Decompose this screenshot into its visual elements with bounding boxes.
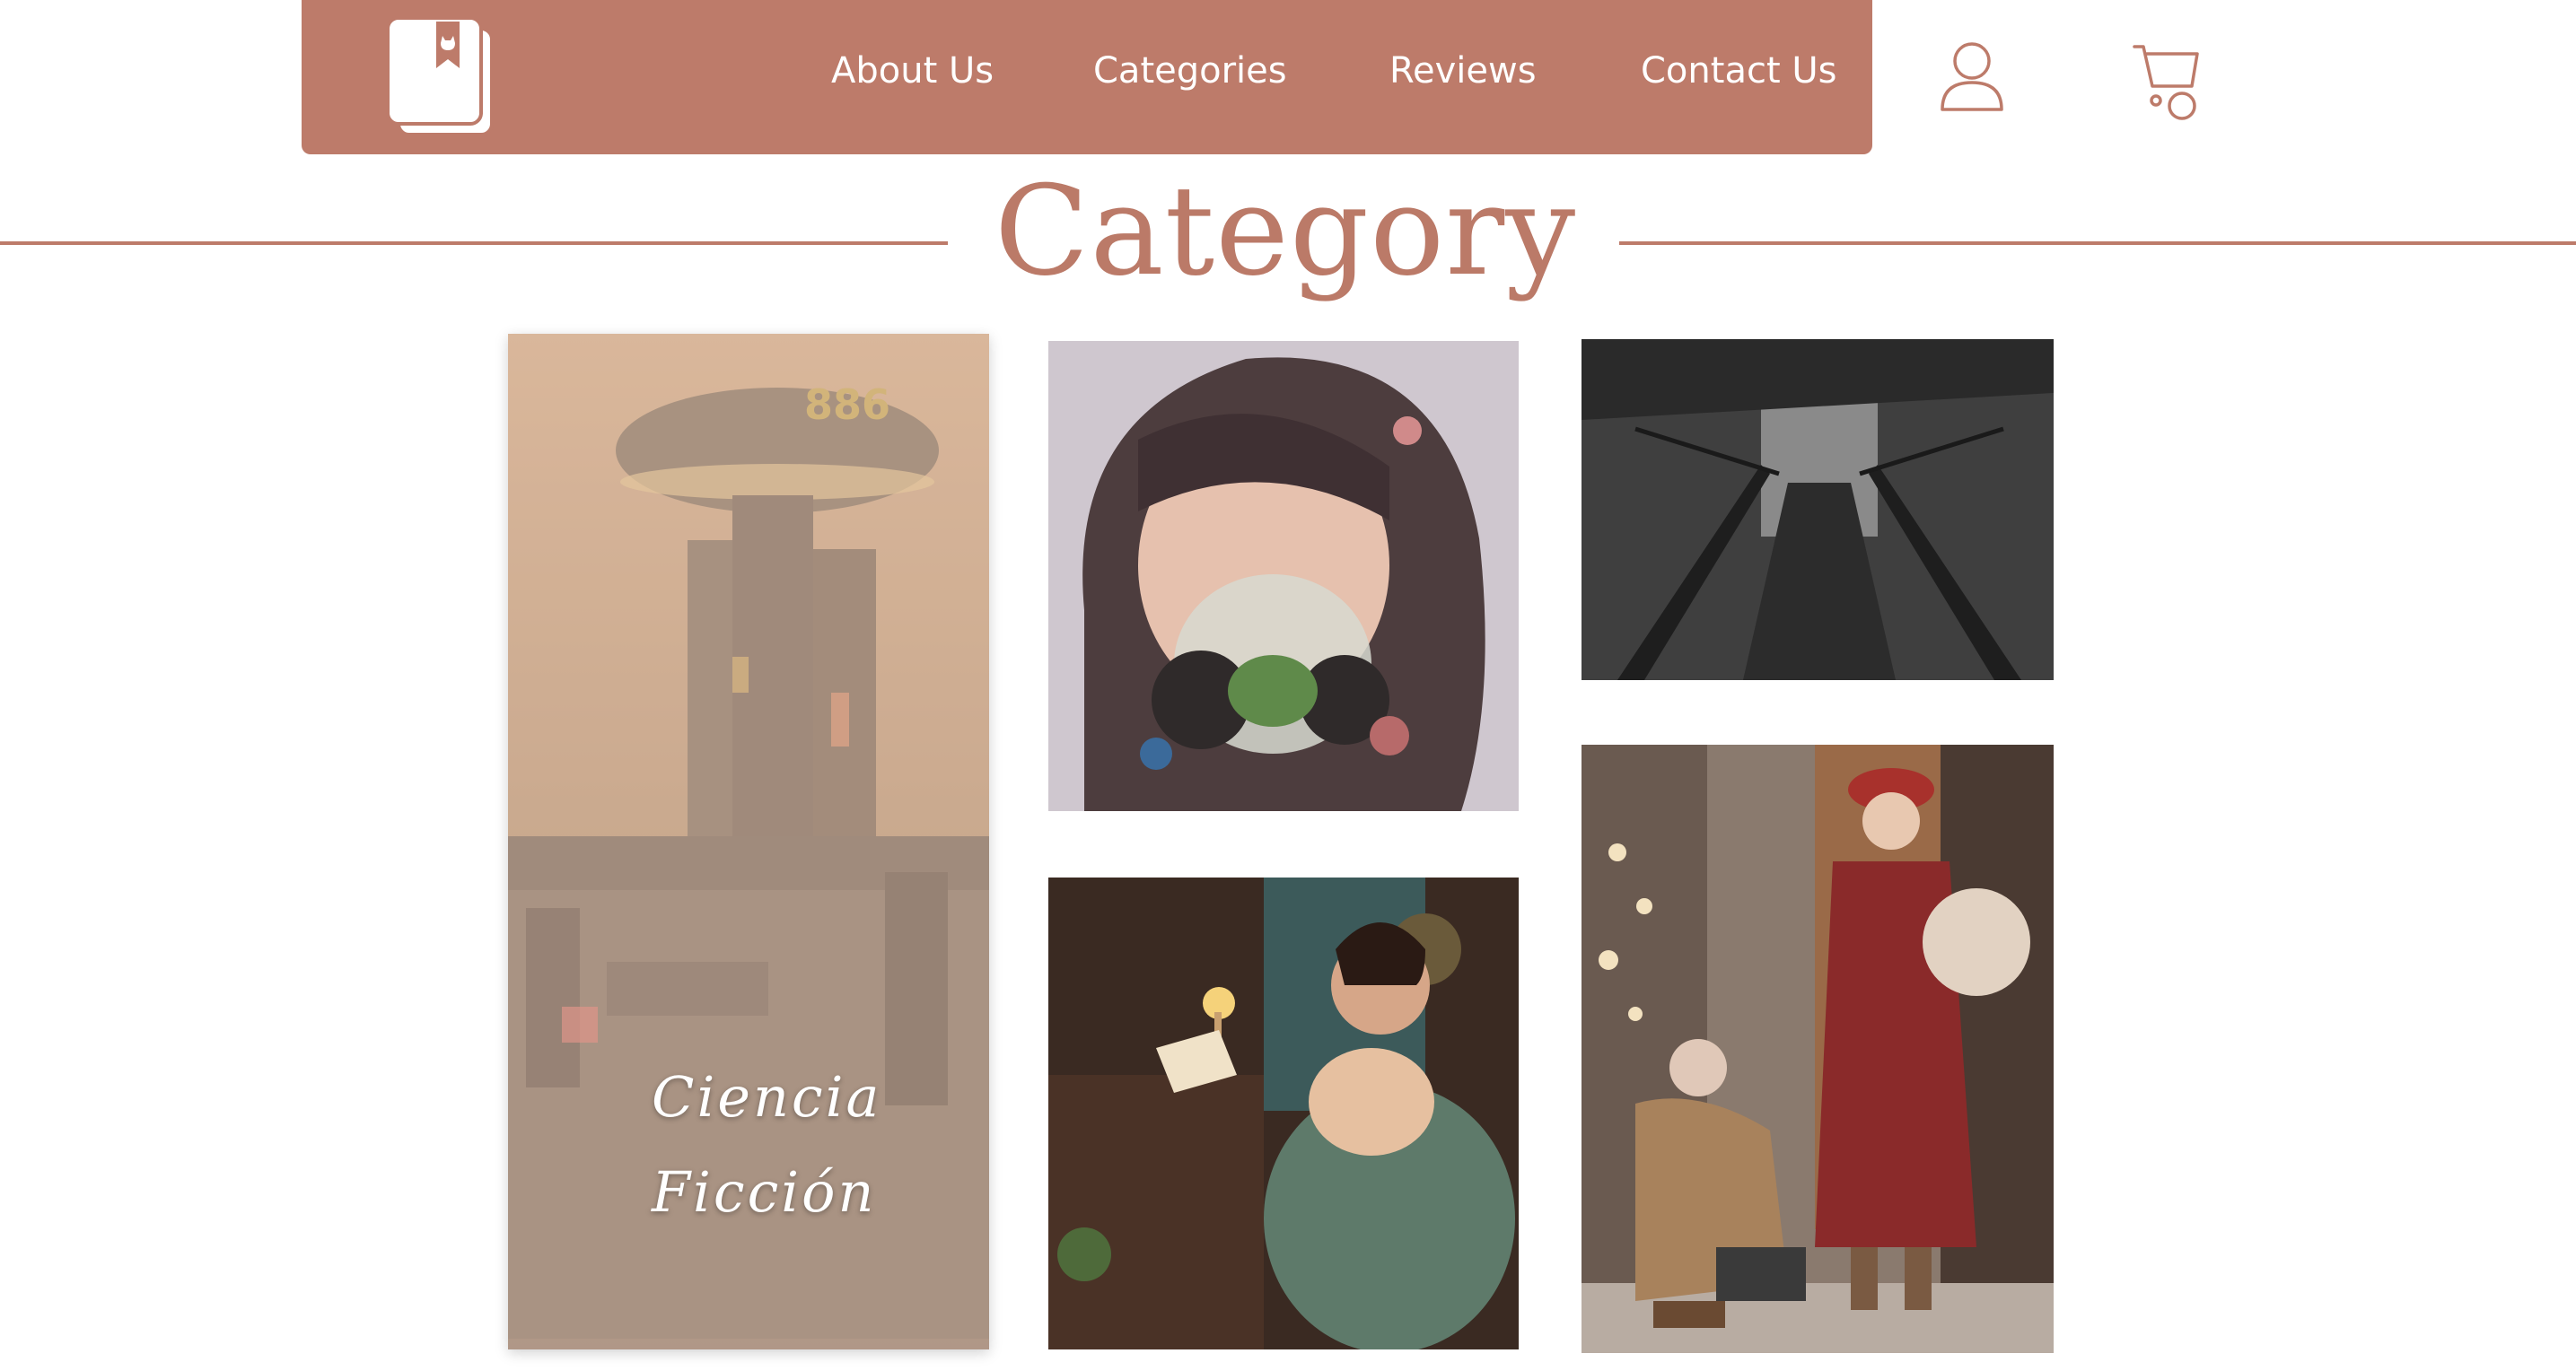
nav-link-about-us[interactable]: About Us [831, 50, 994, 92]
user-icon[interactable] [1939, 41, 2005, 113]
foggy-bridge-image [1582, 339, 2054, 680]
category-card-candlelight[interactable] [1048, 878, 1519, 1349]
candlelight-reader-image [1048, 878, 1519, 1349]
navbar: About Us Categories Reviews Contact Us [302, 0, 1872, 154]
card-label-ciencia-ficcion: Ciencia Ficción [652, 1050, 975, 1240]
nav-link-reviews[interactable]: Reviews [1389, 50, 1537, 92]
page: About Us Categories Reviews Contact Us C… [0, 0, 2576, 1371]
gas-mask-girl-image [1048, 341, 1519, 811]
category-label: Ciencia Ficción [652, 1064, 882, 1225]
title-rule-left [0, 241, 948, 245]
nav-links: About Us Categories Reviews Contact Us [302, 0, 1872, 154]
section-title: Category [994, 159, 1577, 303]
category-card-couple[interactable] [1582, 745, 2054, 1353]
category-card-gas-mask[interactable] [1048, 341, 1519, 811]
title-rule-right [1619, 241, 2576, 245]
nav-link-contact-us[interactable]: Contact Us [1641, 50, 1836, 92]
category-card-bridge[interactable] [1582, 339, 2054, 680]
elderly-couple-image [1582, 745, 2054, 1353]
nav-link-categories[interactable]: Categories [1093, 50, 1287, 92]
cart-icon[interactable] [2133, 41, 2201, 120]
